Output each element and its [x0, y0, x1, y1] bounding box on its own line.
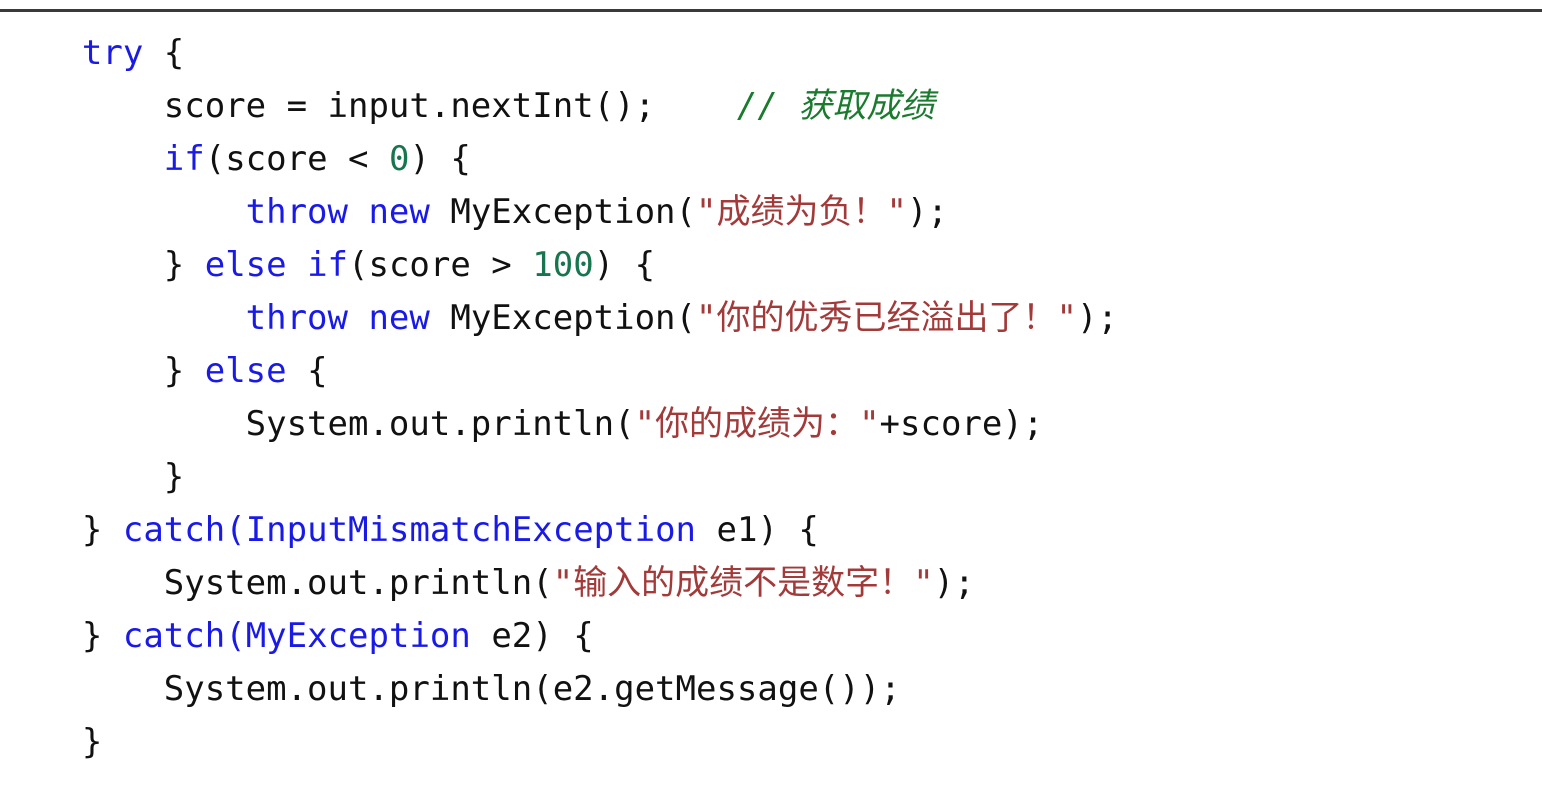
code-token-plain: } [163, 457, 185, 497]
code-token-plain: ) { [593, 245, 656, 285]
code-token-keyword: throw new [245, 192, 430, 232]
code-token-keyword: catch [122, 510, 226, 550]
code-token-string: 你的优秀已经溢出了！ [716, 298, 1057, 338]
code-token-plain: System.out.println( [163, 563, 553, 603]
code-line: } [0, 716, 1542, 769]
code-token-plain: ) { [409, 139, 471, 179]
code-line: System.out.println("输入的成绩不是数字！"); [0, 557, 1542, 610]
code-token-keyword: if [163, 139, 205, 179]
code-token-plain: } [81, 616, 123, 656]
code-token-plain: ); [906, 192, 948, 232]
code-line: } catch(InputMismatchException e1) { [0, 504, 1542, 557]
java-code-block: try { score = input.nextInt(); // 获取成绩 i… [0, 27, 1542, 769]
code-token-plain: MyException( [429, 298, 696, 338]
code-token-plain: System.out.println(e2.getMessage()); [163, 669, 901, 709]
code-line: throw new MyException("成绩为负！"); [0, 186, 1542, 239]
code-token-plain: } [163, 245, 205, 285]
code-token-number: 100 [532, 245, 594, 285]
code-line: try { [0, 27, 1542, 80]
code-token-plain: { [286, 351, 328, 391]
code-token-keyword: throw new [245, 298, 430, 338]
top-divider-rule [0, 9, 1542, 12]
code-token-string: " [859, 404, 880, 444]
code-token-type: InputMismatchException [245, 510, 697, 550]
code-token-plain: (score > [348, 245, 533, 285]
code-token-plain: System.out.println( [245, 404, 635, 444]
code-token-string: 成绩为负！ [716, 192, 887, 232]
code-slide: try { score = input.nextInt(); // 获取成绩 i… [0, 0, 1542, 789]
code-line: } [0, 451, 1542, 504]
code-token-number: 0 [388, 139, 410, 179]
code-token-string: " [913, 563, 934, 603]
code-token-string: " [695, 192, 717, 232]
code-token-string: " [886, 192, 907, 232]
code-token-keyword: try [81, 33, 144, 73]
code-line: } catch(MyException e2) { [0, 610, 1542, 663]
code-token-plain: } [163, 351, 205, 391]
code-token-plain: ); [933, 563, 975, 603]
code-line: System.out.println(e2.getMessage()); [0, 663, 1542, 716]
code-token-string: 你的成绩为： [655, 404, 860, 444]
code-token-string: " [1056, 298, 1077, 338]
code-token-type: MyException [245, 616, 471, 656]
code-token-plain: e2) { [470, 616, 594, 656]
code-token-string: " [695, 298, 717, 338]
code-token-keyword: catch [122, 616, 226, 656]
code-token-plain: ); [1076, 298, 1118, 338]
code-token-plain: } [81, 510, 123, 550]
code-token-string: " [634, 404, 656, 444]
code-token-plain: } [81, 722, 103, 762]
code-token-string: " [552, 563, 574, 603]
code-token-comment: 获取成绩 [798, 86, 935, 126]
code-line: if(score < 0) { [0, 133, 1542, 186]
code-token-plain: +score); [879, 404, 1044, 444]
code-line: System.out.println("你的成绩为："+score); [0, 398, 1542, 451]
code-token-plain: { [143, 33, 185, 73]
code-line: } else if(score > 100) { [0, 239, 1542, 292]
code-line: } else { [0, 345, 1542, 398]
code-token-plain: e1) { [696, 510, 819, 550]
code-token-plain: (score < [204, 139, 389, 179]
code-line: throw new MyException("你的优秀已经溢出了！"); [0, 292, 1542, 345]
code-token-comment: // [736, 86, 799, 126]
code-token-keyword: ( [225, 616, 246, 656]
code-token-string: 输入的成绩不是数字！ [573, 563, 914, 603]
code-token-keyword: ( [225, 510, 246, 550]
code-token-keyword: else if [204, 245, 349, 285]
code-token-keyword: else [204, 351, 287, 391]
code-token-plain: score = input.nextInt(); [163, 86, 737, 126]
code-token-plain: MyException( [429, 192, 696, 232]
code-line: score = input.nextInt(); // 获取成绩 [0, 80, 1542, 133]
